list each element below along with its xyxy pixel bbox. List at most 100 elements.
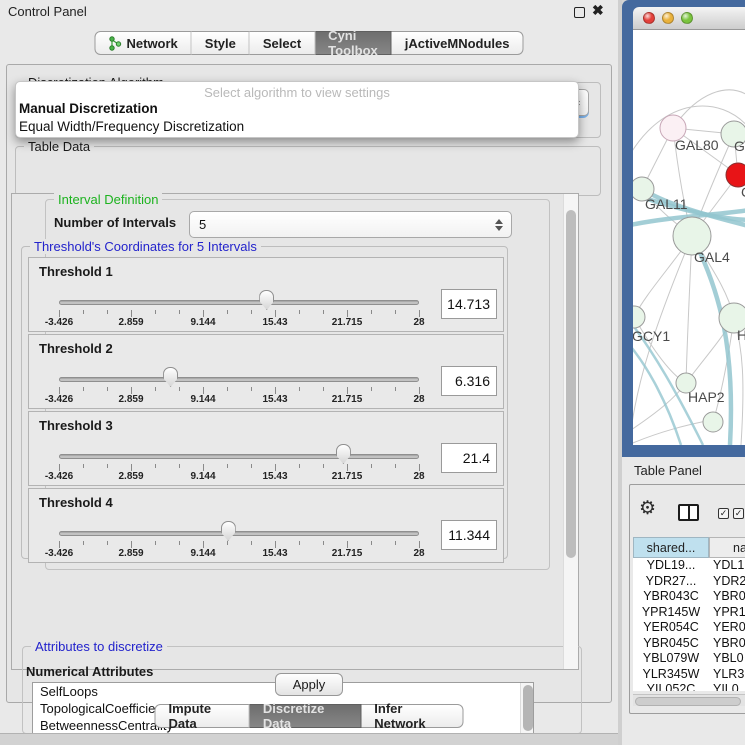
- algorithm-placeholder-option[interactable]: Select algorithm to view settings: [16, 82, 578, 101]
- network-edge[interactable]: [686, 236, 692, 383]
- table-row[interactable]: YLR345WYLR3: [633, 667, 745, 683]
- checkbox-icon-2[interactable]: ✓: [733, 508, 744, 519]
- tab-infer-network[interactable]: Infer Network: [361, 704, 463, 728]
- slider-tick: [59, 310, 60, 317]
- node-label: GCY1: [633, 328, 670, 344]
- table-row[interactable]: YER054CYER0: [633, 620, 745, 636]
- node-label: GAL11: [645, 196, 688, 212]
- slider-tick: [227, 464, 228, 468]
- slider-tick-label: 2.859: [101, 394, 161, 405]
- minimize-traffic-light[interactable]: [662, 12, 674, 24]
- slider-track[interactable]: [59, 377, 419, 382]
- table-row[interactable]: YPR145WYPR1: [633, 605, 745, 621]
- table-row[interactable]: YDR27...YDR2: [633, 574, 745, 590]
- tab-cyni-toolbox[interactable]: Cyni Toolbox: [315, 31, 392, 55]
- table-row[interactable]: YBR045CYBR0: [633, 636, 745, 652]
- slider-track[interactable]: [59, 531, 419, 536]
- number-of-intervals-value: 5: [190, 217, 206, 232]
- tab-style[interactable]: Style: [192, 31, 250, 55]
- threshold-value-field[interactable]: [441, 366, 497, 396]
- checkbox-icon-1[interactable]: ✓: [718, 508, 729, 519]
- network-edge[interactable]: [634, 317, 686, 383]
- slider-tick: [131, 541, 132, 548]
- threshold-slider[interactable]: -3.4262.8599.14415.4321.71528: [51, 515, 427, 561]
- table-row[interactable]: YIL052CYIL0: [633, 682, 745, 691]
- slider-tick: [179, 310, 180, 314]
- close-traffic-light[interactable]: [643, 12, 655, 24]
- table-row[interactable]: YBL079WYBL0: [633, 651, 745, 667]
- slider-tick: [131, 310, 132, 317]
- threshold-panel-2: Threshold 2-3.4262.8599.14415.4321.71528: [28, 334, 504, 409]
- slider-tick: [59, 541, 60, 548]
- column-header-1[interactable]: shared...: [633, 537, 709, 558]
- tab-discretize-data[interactable]: Discretize Data: [250, 704, 361, 728]
- tab-label: Network: [126, 36, 177, 51]
- tab-jactivemnodules[interactable]: jActiveMNodules: [392, 31, 524, 55]
- float-window-icon[interactable]: [574, 7, 585, 18]
- slider-tick: [299, 464, 300, 468]
- slider-tick: [419, 541, 420, 548]
- split-view-icon[interactable]: [678, 504, 699, 521]
- slider-thumb[interactable]: [221, 521, 236, 541]
- threshold-value-field[interactable]: [441, 289, 497, 319]
- slider-tick-label: 15.43: [245, 394, 305, 405]
- slider-tick: [107, 464, 108, 468]
- panel-scrollbar[interactable]: [563, 194, 578, 669]
- threshold-value-field[interactable]: [441, 520, 497, 550]
- table-row[interactable]: YBR043CYBR0: [633, 589, 745, 605]
- column-header-2[interactable]: na: [709, 537, 745, 558]
- slider-tick: [299, 541, 300, 545]
- tab-label: Cyni Toolbox: [328, 28, 378, 58]
- slider-tick: [395, 310, 396, 314]
- slider-tick: [155, 464, 156, 468]
- network-edge[interactable]: [633, 420, 711, 445]
- apply-button[interactable]: Apply: [275, 673, 343, 696]
- group-label-thresholds: Threshold's Coordinates for 5 Intervals: [30, 239, 261, 254]
- algorithm-option-equal-width-frequency-discretization[interactable]: Equal Width/Frequency Discretization: [16, 119, 578, 137]
- slider-track[interactable]: [59, 300, 419, 305]
- table-cell: YER0: [709, 620, 745, 636]
- node-label: HAP2: [688, 389, 725, 405]
- network-node[interactable]: [633, 306, 645, 328]
- table-cell: YPR1: [709, 605, 745, 621]
- table-cell: YDL19...: [633, 558, 709, 574]
- zoom-traffic-light[interactable]: [681, 12, 693, 24]
- slider-tick: [395, 464, 396, 468]
- tab-impute-data[interactable]: Impute Data: [155, 704, 250, 728]
- table-horizontal-scrollbar[interactable]: [633, 694, 745, 706]
- slider-thumb[interactable]: [336, 444, 351, 464]
- slider-thumb[interactable]: [259, 290, 274, 310]
- algorithm-option-manual-discretization[interactable]: Manual Discretization: [16, 101, 578, 119]
- attributes-scrollbar[interactable]: [520, 683, 533, 733]
- node-label: C: [741, 184, 745, 200]
- table-cell: YBR045C: [633, 636, 709, 652]
- slider-tick-label: -3.426: [29, 317, 89, 328]
- network-canvas[interactable]: GAL80GACGAL11GAL4GCY1HHAP2: [633, 30, 745, 445]
- threshold-slider[interactable]: -3.4262.8599.14415.4321.71528: [51, 438, 427, 484]
- slider-thumb[interactable]: [163, 367, 178, 387]
- slider-track[interactable]: [59, 454, 419, 459]
- threshold-panel-4: Threshold 4-3.4262.8599.14415.4321.71528: [28, 488, 504, 563]
- network-graph: GAL80GACGAL11GAL4GCY1HHAP2: [633, 30, 745, 445]
- table-header-row: shared...na: [633, 537, 745, 558]
- slider-tick: [227, 310, 228, 314]
- table-cell: YDR27...: [633, 574, 709, 590]
- slider-tick: [251, 310, 252, 314]
- number-of-intervals-combobox[interactable]: 5: [189, 211, 512, 238]
- threshold-value-field[interactable]: [441, 443, 497, 473]
- threshold-slider[interactable]: -3.4262.8599.14415.4321.71528: [51, 361, 427, 407]
- table-row[interactable]: YDL19...YDL1: [633, 558, 745, 574]
- gear-icon[interactable]: ⚙: [639, 499, 656, 518]
- panel-title: Control Panel: [8, 4, 87, 19]
- slider-tick: [275, 541, 276, 548]
- tab-network[interactable]: Network: [94, 31, 191, 55]
- threshold-slider[interactable]: -3.4262.8599.14415.4321.71528: [51, 284, 427, 330]
- table-cell: YDL1: [709, 558, 745, 574]
- node-label: GAL80: [675, 137, 719, 153]
- node-label: H: [737, 327, 745, 343]
- close-icon[interactable]: ✖: [592, 2, 604, 19]
- slider-tick: [347, 310, 348, 317]
- tab-select[interactable]: Select: [250, 31, 315, 55]
- network-node[interactable]: [703, 412, 723, 432]
- slider-tick: [83, 310, 84, 314]
